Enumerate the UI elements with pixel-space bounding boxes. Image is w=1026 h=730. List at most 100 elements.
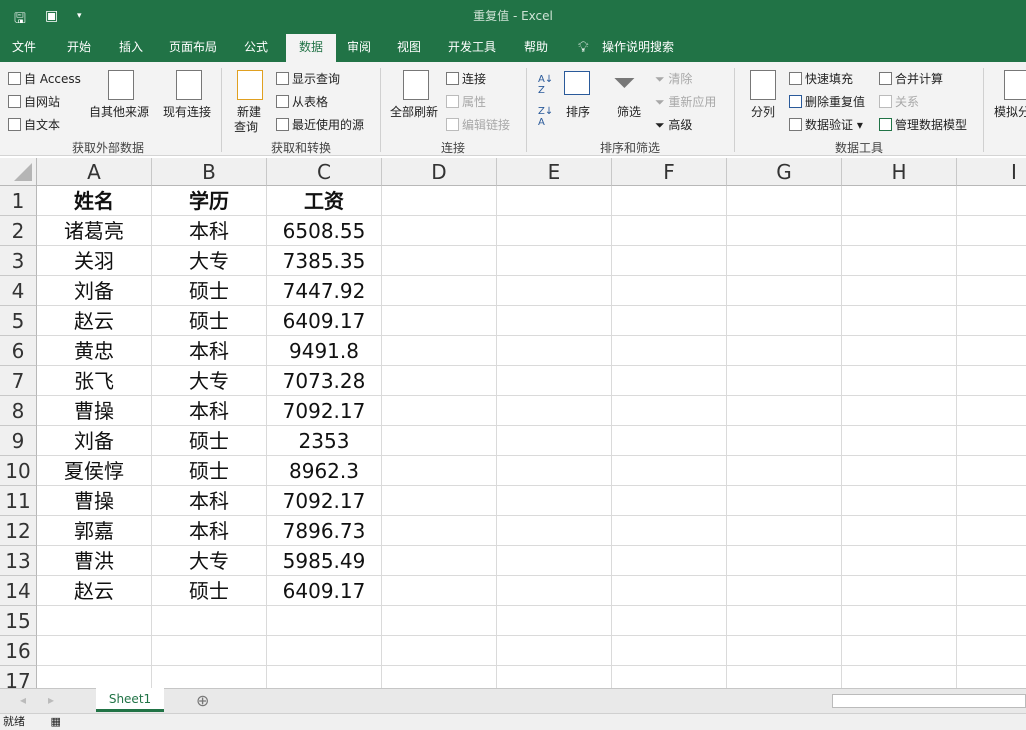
cell-E8[interactable] [497, 396, 612, 426]
text-to-columns-button[interactable]: 分列 [751, 103, 775, 120]
sort-asc-icon[interactable]: A↓Z [538, 74, 553, 96]
cell-D11[interactable] [382, 486, 497, 516]
cell-C15[interactable] [267, 606, 382, 636]
cell-E2[interactable] [497, 216, 612, 246]
cell-C5[interactable]: 6409.17 [267, 306, 382, 336]
from-table-button[interactable]: 从表格 [276, 93, 328, 110]
column-header-F[interactable]: F [612, 158, 727, 186]
cell-I6[interactable] [957, 336, 1026, 366]
horizontal-scrollbar[interactable] [832, 694, 1026, 708]
from-access-button[interactable]: 自 Access [8, 70, 81, 87]
cell-B11[interactable]: 本科 [152, 486, 267, 516]
row-header[interactable]: 5 [0, 306, 37, 336]
clear-button[interactable]: ⏷ 清除 [655, 70, 692, 87]
other-sources-button[interactable]: 自其他来源 [89, 103, 149, 120]
cell-I17[interactable] [957, 666, 1026, 688]
cell-G5[interactable] [727, 306, 842, 336]
cell-E13[interactable] [497, 546, 612, 576]
row-header[interactable]: 11 [0, 486, 37, 516]
cell-A10[interactable]: 夏侯惇 [37, 456, 152, 486]
cell-A13[interactable]: 曹洪 [37, 546, 152, 576]
cell-F16[interactable] [612, 636, 727, 666]
cell-H9[interactable] [842, 426, 957, 456]
cell-I5[interactable] [957, 306, 1026, 336]
column-header-G[interactable]: G [727, 158, 842, 186]
cell-H10[interactable] [842, 456, 957, 486]
consolidate-button[interactable]: 合并计算 [879, 70, 943, 87]
cell-G6[interactable] [727, 336, 842, 366]
edit-links-button[interactable]: 编辑链接 [446, 116, 510, 133]
cell-A17[interactable] [37, 666, 152, 688]
cell-E5[interactable] [497, 306, 612, 336]
cell-G3[interactable] [727, 246, 842, 276]
cell-B6[interactable]: 本科 [152, 336, 267, 366]
cell-D16[interactable] [382, 636, 497, 666]
tell-me-search[interactable]: 操作说明搜索 [594, 34, 682, 62]
cell-B2[interactable]: 本科 [152, 216, 267, 246]
cell-E7[interactable] [497, 366, 612, 396]
cell-G2[interactable] [727, 216, 842, 246]
cell-I11[interactable] [957, 486, 1026, 516]
tab-0[interactable]: 文件 [4, 34, 44, 62]
row-header[interactable]: 17 [0, 666, 37, 688]
cell-I9[interactable] [957, 426, 1026, 456]
cell-D12[interactable] [382, 516, 497, 546]
cell-E6[interactable] [497, 336, 612, 366]
cell-B7[interactable]: 大专 [152, 366, 267, 396]
tab-2[interactable]: 插入 [111, 34, 151, 62]
row-header[interactable]: 1 [0, 186, 37, 216]
cell-F2[interactable] [612, 216, 727, 246]
tab-8[interactable]: 开发工具 [440, 34, 504, 62]
column-header-C[interactable]: C [267, 158, 382, 186]
row-header[interactable]: 10 [0, 456, 37, 486]
cell-C3[interactable]: 7385.35 [267, 246, 382, 276]
advanced-button[interactable]: ⏷ 高级 [655, 116, 692, 133]
cell-E17[interactable] [497, 666, 612, 688]
reapply-button[interactable]: ⏷ 重新应用 [655, 93, 716, 110]
cell-B14[interactable]: 硕士 [152, 576, 267, 606]
cell-C11[interactable]: 7092.17 [267, 486, 382, 516]
row-header[interactable]: 4 [0, 276, 37, 306]
cell-G4[interactable] [727, 276, 842, 306]
cell-F7[interactable] [612, 366, 727, 396]
cell-H6[interactable] [842, 336, 957, 366]
cell-D4[interactable] [382, 276, 497, 306]
cell-I15[interactable] [957, 606, 1026, 636]
column-header-D[interactable]: D [382, 158, 497, 186]
row-header[interactable]: 8 [0, 396, 37, 426]
cell-D9[interactable] [382, 426, 497, 456]
cell-B8[interactable]: 本科 [152, 396, 267, 426]
existing-connections-button[interactable]: 现有连接 [163, 103, 211, 120]
cell-A3[interactable]: 关羽 [37, 246, 152, 276]
relationships-button[interactable]: 关系 [879, 93, 919, 110]
cell-G13[interactable] [727, 546, 842, 576]
cell-D1[interactable] [382, 186, 497, 216]
cell-E14[interactable] [497, 576, 612, 606]
cell-E10[interactable] [497, 456, 612, 486]
cell-C16[interactable] [267, 636, 382, 666]
tab-1[interactable]: 开始 [59, 34, 99, 62]
cell-F8[interactable] [612, 396, 727, 426]
cell-C7[interactable]: 7073.28 [267, 366, 382, 396]
cell-G12[interactable] [727, 516, 842, 546]
cell-H4[interactable] [842, 276, 957, 306]
cell-B12[interactable]: 本科 [152, 516, 267, 546]
cell-I4[interactable] [957, 276, 1026, 306]
cell-H2[interactable] [842, 216, 957, 246]
cell-D17[interactable] [382, 666, 497, 688]
cell-C14[interactable]: 6409.17 [267, 576, 382, 606]
cell-D8[interactable] [382, 396, 497, 426]
properties-button[interactable]: 属性 [446, 93, 486, 110]
cell-A2[interactable]: 诸葛亮 [37, 216, 152, 246]
row-header[interactable]: 15 [0, 606, 37, 636]
tab-5[interactable]: 数据 [286, 34, 336, 62]
column-header-I[interactable]: I [957, 158, 1026, 186]
cell-G7[interactable] [727, 366, 842, 396]
cell-H5[interactable] [842, 306, 957, 336]
cell-B3[interactable]: 大专 [152, 246, 267, 276]
cell-A11[interactable]: 曹操 [37, 486, 152, 516]
cell-F6[interactable] [612, 336, 727, 366]
cell-A5[interactable]: 赵云 [37, 306, 152, 336]
sheet-tab[interactable]: Sheet1 [96, 688, 164, 712]
cell-G11[interactable] [727, 486, 842, 516]
